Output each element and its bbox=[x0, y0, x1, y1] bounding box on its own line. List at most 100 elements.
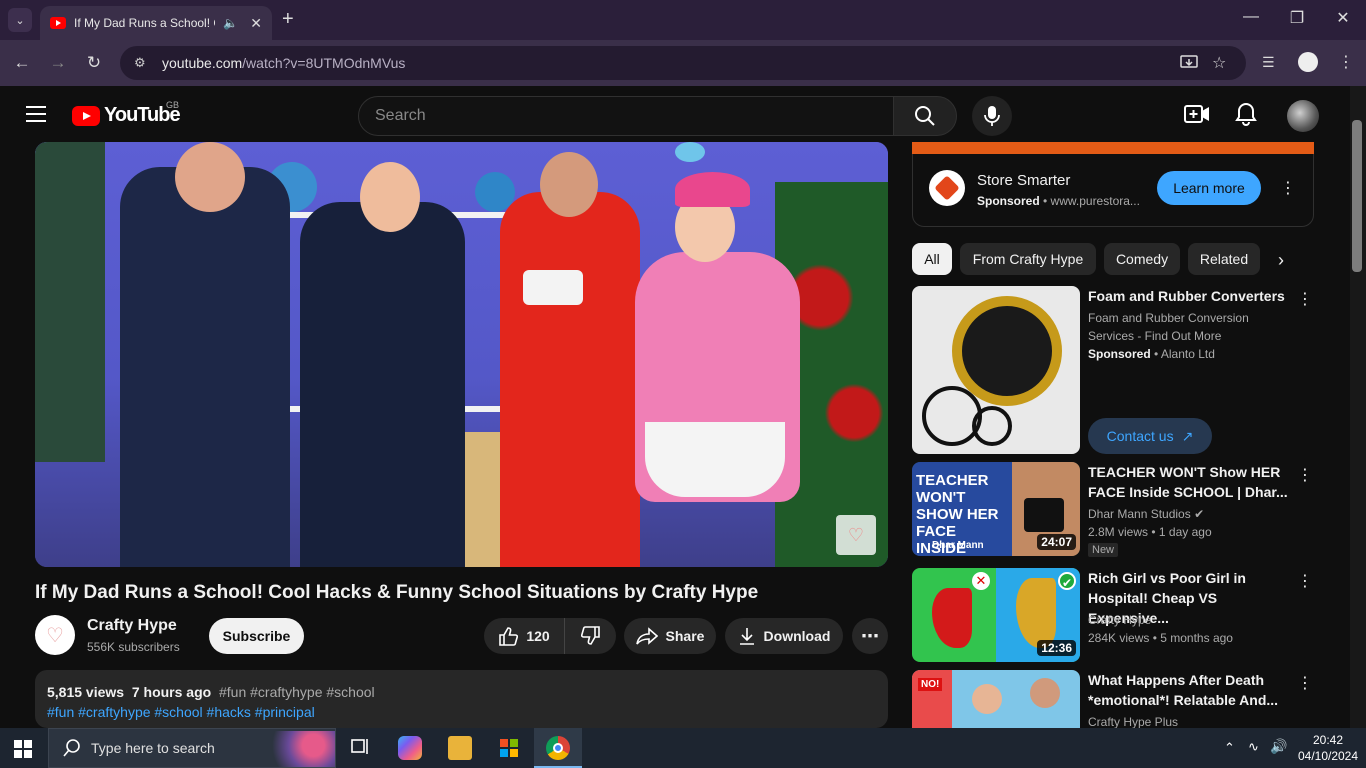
view-count: 5,815 views bbox=[47, 684, 125, 700]
clock-time: 20:42 bbox=[1312, 733, 1344, 747]
reload-icon[interactable]: ↻ bbox=[82, 53, 106, 73]
region-code: GB bbox=[166, 100, 180, 110]
windows-start-icon[interactable] bbox=[14, 740, 32, 758]
ad-more-icon[interactable]: ⋮ bbox=[1280, 178, 1296, 198]
restore-icon[interactable]: ❐ bbox=[1274, 8, 1320, 28]
related-thumbnail[interactable] bbox=[912, 286, 1080, 454]
search-highlight-image bbox=[263, 731, 335, 767]
media-controls-icon[interactable]: ☰ bbox=[1262, 54, 1275, 71]
hamburger-menu-icon[interactable] bbox=[26, 106, 46, 122]
close-tab-icon[interactable]: ✕ bbox=[250, 15, 262, 32]
related-title[interactable]: TEACHER WON'T Show HER FACE Inside SCHOO… bbox=[1088, 462, 1288, 502]
ad-title[interactable]: Store Smarter bbox=[977, 172, 1070, 189]
download-button[interactable]: Download bbox=[725, 618, 843, 654]
advertiser-logo[interactable] bbox=[929, 170, 965, 206]
voice-search-button[interactable] bbox=[972, 96, 1012, 136]
minimize-icon[interactable]: — bbox=[1228, 8, 1274, 26]
ad-banner-strip[interactable] bbox=[912, 142, 1314, 154]
microphone-icon bbox=[984, 106, 1000, 126]
chip-from-crafty-hype[interactable]: From Crafty Hype bbox=[960, 243, 1096, 275]
create-video-icon[interactable] bbox=[1184, 102, 1210, 126]
more-actions-button[interactable]: ⋯ bbox=[852, 618, 888, 654]
taskbar-search-box[interactable] bbox=[48, 728, 336, 768]
share-button[interactable]: Share bbox=[624, 618, 716, 654]
related-stats: 284K views • 5 months ago bbox=[1088, 631, 1233, 645]
url-text[interactable]: youtube.com/watch?v=8UTMOdnMVus bbox=[162, 55, 405, 71]
youtube-header: YouTube GB bbox=[0, 86, 1366, 142]
chip-all[interactable]: All bbox=[912, 243, 952, 275]
related-more-icon[interactable]: ⋮ bbox=[1297, 673, 1313, 693]
chip-related[interactable]: Related bbox=[1188, 243, 1260, 275]
chrome-menu-icon[interactable]: ⋮ bbox=[1338, 52, 1354, 72]
channel-name[interactable]: Crafty Hype bbox=[87, 617, 177, 635]
tray-overflow-chevron-icon[interactable]: ⌃ bbox=[1224, 740, 1235, 756]
description-box[interactable]: 5,815 views 7 hours ago #fun #craftyhype… bbox=[35, 670, 888, 728]
taskbar-search-icon bbox=[63, 739, 80, 757]
chrome-taskbar-button[interactable] bbox=[534, 728, 582, 768]
related-line: Foam and Rubber Conversion bbox=[1088, 311, 1249, 325]
related-more-icon[interactable]: ⋮ bbox=[1297, 465, 1313, 485]
bookmark-star-icon[interactable]: ☆ bbox=[1212, 53, 1226, 73]
contact-us-button[interactable]: Contact us ↗ bbox=[1088, 418, 1212, 454]
related-more-icon[interactable]: ⋮ bbox=[1297, 289, 1313, 309]
scrollbar-thumb[interactable] bbox=[1352, 120, 1362, 272]
search-input[interactable] bbox=[375, 107, 893, 125]
account-avatar[interactable] bbox=[1287, 100, 1319, 132]
related-title[interactable]: Foam and Rubber Converters bbox=[1088, 286, 1288, 306]
address-bar[interactable]: ⚙ youtube.com/watch?v=8UTMOdnMVus ☆ bbox=[120, 46, 1246, 80]
clock-date: 04/10/2024 bbox=[1297, 749, 1359, 763]
like-button[interactable]: 120 bbox=[484, 618, 564, 654]
forward-arrow-icon[interactable]: → bbox=[46, 53, 70, 73]
more-horizontal-icon: ⋯ bbox=[861, 625, 879, 646]
tab-search-chevron-icon[interactable]: ⌄ bbox=[8, 8, 32, 32]
video-title: If My Dad Runs a School! Cool Hacks & Fu… bbox=[35, 582, 759, 603]
chip-comedy[interactable]: Comedy bbox=[1104, 243, 1180, 275]
taskbar-search-input[interactable] bbox=[91, 740, 261, 756]
browser-tab-active[interactable]: If My Dad Runs a School! Cool Hacks & Fu… bbox=[40, 6, 272, 40]
meta-hashtags[interactable]: #fun #craftyhype #school bbox=[219, 684, 375, 700]
related-channel[interactable]: Crafty Hype bbox=[1088, 611, 1151, 629]
system-clock[interactable]: 20:42 04/10/2024 bbox=[1296, 732, 1360, 764]
dislike-button[interactable] bbox=[564, 618, 616, 654]
browser-toolbar: ← → ↻ ⚙ youtube.com/watch?v=8UTMOdnMVus … bbox=[0, 40, 1366, 86]
copilot-icon[interactable] bbox=[398, 736, 422, 760]
channel-avatar-heart-icon[interactable]: ♡ bbox=[35, 615, 75, 655]
search-button[interactable] bbox=[893, 96, 957, 136]
site-info-icon[interactable]: ⚙ bbox=[134, 55, 156, 71]
chip-next-chevron-icon[interactable]: › bbox=[1278, 250, 1284, 271]
youtube-favicon-icon bbox=[50, 17, 66, 29]
file-explorer-icon[interactable] bbox=[448, 736, 472, 760]
related-thumbnail[interactable]: TEACHER WON'T SHOW HER FACE INSIDE SCHOO… bbox=[912, 462, 1080, 556]
close-window-icon[interactable]: ✕ bbox=[1320, 8, 1366, 28]
related-thumbnail[interactable]: NO! bbox=[912, 670, 1080, 728]
share-label: Share bbox=[665, 628, 705, 644]
wifi-icon[interactable]: ∿ bbox=[1248, 739, 1259, 755]
red-x-icon: ✕ bbox=[972, 572, 990, 590]
description-hashtags[interactable]: #fun #craftyhype #school #hacks #princip… bbox=[47, 704, 876, 720]
related-line: Services - Find Out More bbox=[1088, 329, 1222, 343]
related-stats: 2.8M views • 1 day ago bbox=[1088, 525, 1212, 539]
install-app-icon[interactable] bbox=[1180, 55, 1198, 71]
new-tab-plus-icon[interactable]: + bbox=[282, 8, 294, 31]
external-link-icon: ↗ bbox=[1181, 427, 1194, 444]
subscribe-button[interactable]: Subscribe bbox=[209, 618, 304, 654]
related-more-icon[interactable]: ⋮ bbox=[1297, 571, 1313, 591]
related-title[interactable]: What Happens After Death *emotional*! Re… bbox=[1088, 670, 1288, 710]
related-thumbnail[interactable]: ✕ ✔ 12:36 bbox=[912, 568, 1080, 662]
task-view-icon[interactable] bbox=[350, 736, 374, 760]
profile-avatar-icon[interactable] bbox=[1298, 52, 1318, 72]
notifications-bell-icon[interactable] bbox=[1234, 102, 1258, 126]
microsoft-store-icon[interactable] bbox=[497, 736, 521, 760]
thumbs-up-icon bbox=[499, 627, 519, 646]
related-channel[interactable]: Dhar Mann Studios ✔ bbox=[1088, 505, 1204, 523]
youtube-logo[interactable]: YouTube bbox=[72, 104, 181, 127]
volume-icon[interactable]: 🔊 bbox=[1270, 738, 1287, 755]
new-badge: New bbox=[1088, 543, 1119, 557]
back-arrow-icon[interactable]: ← bbox=[10, 53, 34, 73]
speaker-icon[interactable]: 🔈 bbox=[223, 16, 238, 30]
download-icon bbox=[739, 628, 754, 645]
share-arrow-icon bbox=[635, 627, 658, 645]
video-player[interactable]: ♡ bbox=[35, 142, 888, 567]
learn-more-button[interactable]: Learn more bbox=[1157, 171, 1261, 205]
channel-watermark-heart-icon[interactable]: ♡ bbox=[836, 515, 876, 555]
